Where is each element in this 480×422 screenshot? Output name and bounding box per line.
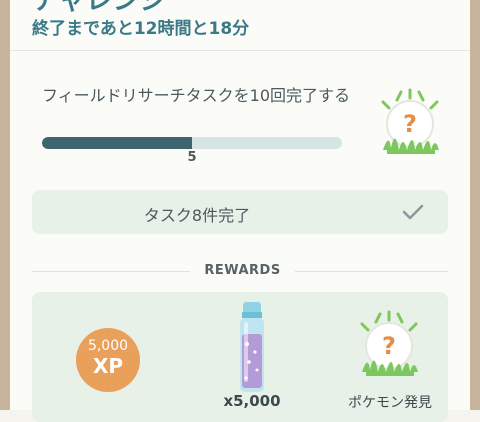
frame-left — [0, 0, 10, 410]
rewards-rule-left — [32, 271, 190, 272]
time-remaining: 終了まであと12時間と18分 — [32, 19, 250, 39]
divider — [10, 50, 470, 51]
rewards-panel: 5,000 XP x5,000 ? ポケモン発見 — [32, 292, 448, 422]
mystery-encounter-icon[interactable]: ? — [375, 88, 445, 160]
svg-text:?: ? — [403, 110, 417, 138]
xp-amount: 5,000 — [87, 338, 129, 354]
task-description: フィールドリサーチタスクを10回完了する — [42, 86, 351, 105]
stardust-icon — [240, 302, 264, 392]
svg-text:?: ? — [382, 332, 396, 360]
encounter-reward-icon: ? — [360, 310, 418, 376]
frame-right — [470, 0, 480, 410]
xp-unit: XP — [92, 354, 124, 378]
tasks-completed-label: タスク8件完了 — [143, 206, 251, 225]
encounter-label: ポケモン発見 — [348, 395, 432, 411]
xp-reward-badge: 5,000 XP — [76, 328, 140, 392]
progress-count: 5 — [187, 150, 197, 165]
task-progress-bar — [42, 137, 342, 149]
progress-fill — [42, 137, 192, 149]
stardust-quantity: x5,000 — [223, 392, 281, 410]
check-icon — [402, 204, 424, 220]
challenge-card: チャレンジ 終了まであと12時間と18分 フィールドリサーチタスクを10回完了す… — [10, 0, 470, 422]
tasks-completed-banner[interactable]: タスク8件完了 — [32, 190, 448, 234]
rewards-heading: REWARDS — [204, 263, 281, 278]
rewards-rule-right — [295, 271, 448, 272]
